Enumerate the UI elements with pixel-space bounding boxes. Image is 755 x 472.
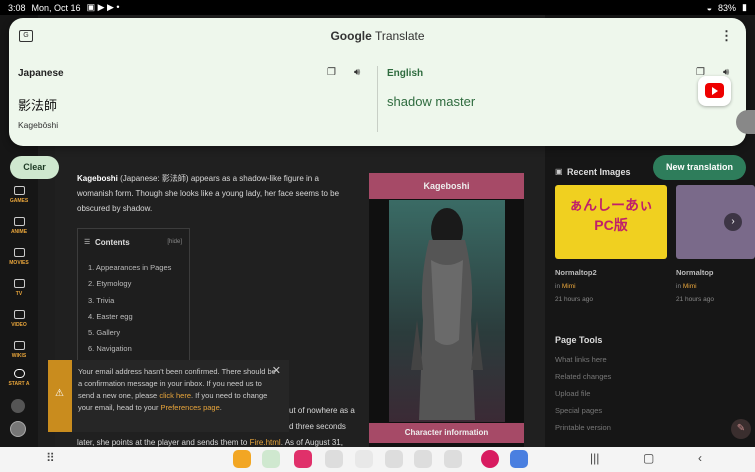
character-image[interactable] <box>389 200 505 422</box>
recent-image-time: 21 hours ago <box>676 296 714 303</box>
translated-text: shadow master <box>387 94 476 109</box>
rail-item-wikis[interactable]: WIKIS <box>0 341 38 359</box>
speaker-icon[interactable]: 🔊︎ <box>354 67 360 78</box>
app-pair-icon[interactable] <box>262 450 280 468</box>
navigation-bar: ⠿ ||| ▢ ‹ <box>0 447 755 472</box>
edit-icon[interactable]: ✎ <box>731 419 751 439</box>
wifi-icon: ◒ <box>706 2 713 13</box>
copy-icon[interactable]: ❐ <box>327 67 336 78</box>
preferences-link[interactable]: Preferences page <box>161 403 220 412</box>
folder-app-icon[interactable] <box>233 450 251 468</box>
tv-icon <box>13 217 25 226</box>
status-time: 3:08 <box>8 2 26 13</box>
edge-panel-handle[interactable] <box>736 110 755 134</box>
infobox-footer: Character information <box>369 423 524 443</box>
click-here-link[interactable]: click here <box>159 391 191 400</box>
recent-images-title: Recent Images <box>567 167 631 177</box>
more-options-icon[interactable]: ⋮ <box>720 28 733 44</box>
toc-item[interactable]: 6. Navigation <box>88 344 132 353</box>
fire-html-link[interactable]: Fire.html <box>250 438 281 447</box>
rail-item-tv[interactable]: TV <box>0 279 38 297</box>
notification-icons: ▣ ▶ ▶ • <box>86 2 120 12</box>
tv-icon <box>13 279 25 288</box>
plus-icon <box>13 369 25 378</box>
app-pair-icon[interactable] <box>385 450 403 468</box>
toc-item[interactable]: 2. Etymology <box>88 279 131 288</box>
battery-icon: ▮ <box>742 2 747 12</box>
video-icon <box>13 310 25 319</box>
tool-link[interactable]: Special pages <box>555 406 602 415</box>
character-infobox: Kageboshi Character information <box>369 173 524 459</box>
back-icon[interactable]: ‹ <box>698 451 702 465</box>
recents-icon[interactable]: ||| <box>590 451 599 465</box>
rail-item-start-a-wiki[interactable]: START A <box>0 369 38 387</box>
recent-image-title[interactable]: Normaltop2 <box>555 268 597 277</box>
close-icon[interactable]: ✕ <box>272 364 281 377</box>
notice-text: Your email address hasn't been confirmed… <box>78 367 276 412</box>
romanization-text: Kagebōshi <box>18 120 59 130</box>
recent-image-thumb[interactable]: ぁんしーあぃ PC版 <box>555 185 667 259</box>
tool-link[interactable]: What links here <box>555 355 607 364</box>
toc-item[interactable]: 4. Easter egg <box>88 312 133 321</box>
recent-image-author: in Mimi <box>555 283 576 290</box>
app-pair-icon[interactable] <box>414 450 432 468</box>
page-tools-title: Page Tools <box>555 335 603 345</box>
status-date: Mon, Oct 16 <box>31 2 81 13</box>
rail-item-anime[interactable]: ANIME <box>0 217 38 235</box>
notifications-icon[interactable] <box>11 399 25 413</box>
apps-grid-icon[interactable]: ⠿ <box>46 451 55 465</box>
article-intro: Kageboshi (Japanese: 影法師) appears as a s… <box>77 174 340 213</box>
article-text-fragment: ut of nowhere as a <box>289 406 355 415</box>
recent-image-thumb[interactable]: › <box>676 185 755 259</box>
toc-item[interactable]: 1. Appearances in Pages <box>88 263 171 272</box>
toc-title: Contents <box>95 238 130 247</box>
carousel-next-button[interactable]: › <box>724 213 742 231</box>
home-icon[interactable]: ▢ <box>643 451 654 465</box>
thumb-caption: ぁんしーあぃ PC版 <box>569 197 653 233</box>
image-icon: ▣ <box>555 167 563 176</box>
tool-link[interactable]: Printable version <box>555 423 611 432</box>
app-pair-icon[interactable] <box>325 450 343 468</box>
avatar[interactable] <box>10 421 26 437</box>
tool-link[interactable]: Related changes <box>555 372 611 381</box>
gamepad-icon <box>13 186 25 195</box>
film-icon <box>13 248 25 257</box>
recent-image-time: 21 hours ago <box>555 296 593 303</box>
battery-level: 83% <box>718 2 737 13</box>
shadow-figure-image <box>411 208 483 420</box>
toc-item[interactable]: 3. Trivia <box>88 296 114 305</box>
new-translation-button[interactable]: New translation <box>653 155 746 180</box>
article-text-fragment: d three seconds <box>289 422 346 431</box>
email-notice: ⚠ Your email address hasn't been confirm… <box>48 360 289 432</box>
tool-link[interactable]: Upload file <box>555 389 590 398</box>
camera-app-icon[interactable] <box>294 450 312 468</box>
toc-hide-link[interactable]: [hide] <box>167 239 182 245</box>
flower-app-icon[interactable] <box>481 450 499 468</box>
translate-card: G Google Translate ⋮ Japanese ❐ 🔊︎ 影法師 K… <box>9 18 746 146</box>
toc-item[interactable]: 5. Gallery <box>88 328 120 337</box>
rail-item-video[interactable]: VIDEO <box>0 310 38 328</box>
app-pair-icon[interactable] <box>444 450 462 468</box>
youtube-floating-icon[interactable] <box>698 76 731 106</box>
app-title: Google Translate <box>330 29 425 43</box>
book-icon <box>13 341 25 350</box>
status-bar: 3:08 Mon, Oct 16 ▣ ▶ ▶ • ◒ 83% ▮ <box>0 0 755 15</box>
translate-app-icon[interactable] <box>510 450 528 468</box>
table-of-contents: ☰ Contents [hide] 1. Appearances in Page… <box>77 228 190 363</box>
list-icon: ☰ <box>84 239 91 246</box>
target-language[interactable]: English <box>387 68 423 79</box>
source-language[interactable]: Japanese <box>18 68 64 79</box>
recent-image-author: in Mimi <box>676 283 697 290</box>
recent-image-title[interactable]: Normaltop <box>676 268 714 277</box>
warning-icon: ⚠ <box>55 388 64 399</box>
chrome-app-icon[interactable] <box>355 450 373 468</box>
infobox-title: Kageboshi <box>369 173 524 199</box>
clear-button[interactable]: Clear <box>10 156 59 179</box>
pane-divider <box>377 66 378 132</box>
rail-item-games[interactable]: GAMES <box>0 186 38 204</box>
rail-item-movies[interactable]: MOVIES <box>0 248 38 266</box>
source-text[interactable]: 影法師 <box>18 95 57 114</box>
